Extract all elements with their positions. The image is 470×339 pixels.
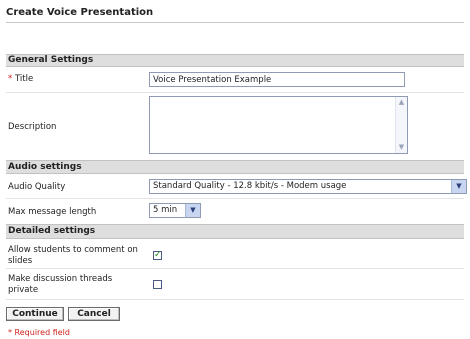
allow-comment-checkbox[interactable]: ✓ — [153, 251, 162, 260]
textarea-scrollbar[interactable]: ▲ ▼ — [395, 97, 407, 153]
allow-comment-label: Allow students to comment on slides — [8, 245, 138, 266]
section-general-settings: General Settings — [6, 54, 464, 67]
description-textarea[interactable]: ▲ ▼ — [149, 96, 408, 154]
row-divider — [6, 268, 464, 269]
scroll-up-icon[interactable]: ▲ — [396, 97, 407, 108]
required-asterisk: * — [8, 74, 13, 84]
row-divider — [6, 92, 464, 93]
private-threads-label: Make discussion threads private — [8, 274, 113, 295]
chevron-down-icon[interactable]: ▼ — [185, 204, 200, 217]
required-field-note: * Required field — [8, 328, 70, 337]
section-heading: Detailed settings — [8, 226, 96, 236]
section-heading: General Settings — [8, 55, 94, 65]
row-divider — [6, 299, 464, 300]
audio-quality-value: Standard Quality - 12.8 kbit/s - Modem u… — [153, 181, 347, 191]
continue-button[interactable]: Continue — [6, 307, 64, 321]
page-title: Create Voice Presentation — [6, 7, 154, 18]
chevron-down-icon[interactable]: ▼ — [451, 180, 466, 193]
private-threads-checkbox[interactable] — [153, 280, 162, 289]
max-length-value: 5 min — [153, 205, 178, 215]
section-audio-settings: Audio settings — [6, 160, 464, 174]
section-heading: Audio settings — [8, 162, 82, 172]
checkmark-icon: ✓ — [154, 250, 162, 260]
section-detailed-settings: Detailed settings — [6, 224, 464, 239]
title-input[interactable] — [149, 72, 405, 87]
description-label: Description — [8, 122, 57, 132]
row-divider — [6, 198, 464, 199]
max-message-length-label: Max message length — [8, 207, 97, 217]
audio-quality-label: Audio Quality — [8, 182, 66, 192]
title-divider — [6, 22, 464, 23]
audio-quality-select[interactable]: Standard Quality - 12.8 kbit/s - Modem u… — [149, 179, 467, 194]
cancel-button[interactable]: Cancel — [68, 307, 120, 321]
title-row-label: * Title — [8, 74, 33, 85]
max-message-length-select[interactable]: 5 min ▼ — [149, 203, 201, 218]
title-label: Title — [14, 74, 34, 84]
scroll-down-icon[interactable]: ▼ — [396, 142, 407, 153]
